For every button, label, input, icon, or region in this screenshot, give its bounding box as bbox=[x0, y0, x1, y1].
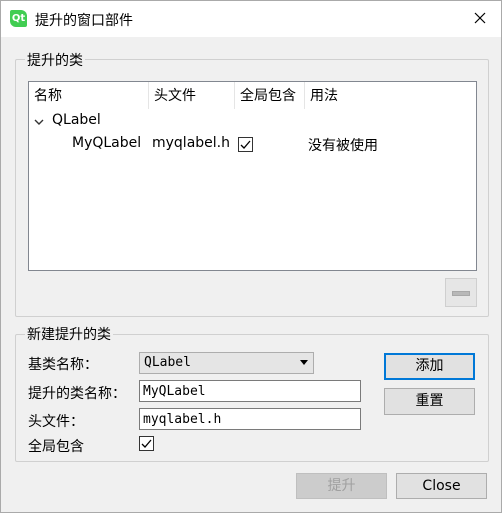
tree-item-global-include-checkbox[interactable] bbox=[238, 137, 253, 152]
tree-item-child-usage: 没有被使用 bbox=[308, 138, 378, 154]
global-include-label: 全局包含 bbox=[28, 439, 84, 455]
add-button[interactable]: 添加 bbox=[384, 353, 475, 380]
column-header-usage[interactable]: 用法 bbox=[305, 82, 410, 109]
reset-button[interactable]: 重置 bbox=[384, 388, 475, 415]
tree-item-child-name: MyQLabel bbox=[72, 135, 142, 151]
window-title: 提升的窗口部件 bbox=[35, 13, 133, 29]
chevron-down-icon[interactable] bbox=[33, 116, 45, 128]
tree-item-parent-name: QLabel bbox=[52, 112, 101, 128]
checkmark-icon bbox=[240, 140, 251, 149]
promoted-class-name-label: 提升的类名称： bbox=[28, 386, 126, 402]
reset-button-label: 重置 bbox=[415, 393, 444, 409]
close-button[interactable]: Close bbox=[396, 473, 487, 499]
promoted-classes-group-label: 提升的类 bbox=[25, 50, 85, 70]
base-class-select[interactable]: QLabel bbox=[139, 352, 314, 374]
new-promoted-class-group-label: 新建提升的类 bbox=[25, 324, 113, 344]
promote-button-label: 提升 bbox=[327, 478, 356, 494]
base-class-label: 基类名称： bbox=[28, 357, 98, 373]
add-button-label: 添加 bbox=[415, 358, 444, 374]
base-class-select-value: QLabel bbox=[144, 355, 191, 370]
promoted-classes-tree[interactable]: 名称 头文件 全局包含 用法 QLabel MyQLabel myqlabel.… bbox=[28, 81, 477, 271]
header-file-input[interactable] bbox=[139, 408, 361, 430]
column-header-header-file[interactable]: 头文件 bbox=[149, 82, 234, 109]
column-header-global-include[interactable]: 全局包含 bbox=[235, 82, 305, 109]
dropdown-arrow-icon bbox=[300, 360, 308, 365]
promote-button[interactable]: 提升 bbox=[296, 473, 387, 499]
minus-icon bbox=[452, 291, 470, 296]
tree-item-child-header: myqlabel.h bbox=[152, 135, 230, 151]
qt-app-icon: Qt bbox=[10, 10, 27, 27]
close-window-icon[interactable] bbox=[465, 3, 495, 33]
column-header-name[interactable]: 名称 bbox=[29, 82, 148, 109]
close-button-label: Close bbox=[422, 478, 461, 494]
checkmark-icon bbox=[141, 439, 152, 448]
header-file-label: 头文件： bbox=[28, 414, 84, 430]
global-include-checkbox[interactable] bbox=[139, 436, 154, 451]
remove-button[interactable] bbox=[445, 278, 477, 307]
title-bar: Qt 提升的窗口部件 bbox=[1, 1, 501, 37]
promoted-widgets-dialog: Qt 提升的窗口部件 提升的类 名称 头文件 全局包含 用法 QLabel My… bbox=[0, 0, 502, 513]
promoted-class-name-input[interactable] bbox=[139, 380, 361, 402]
